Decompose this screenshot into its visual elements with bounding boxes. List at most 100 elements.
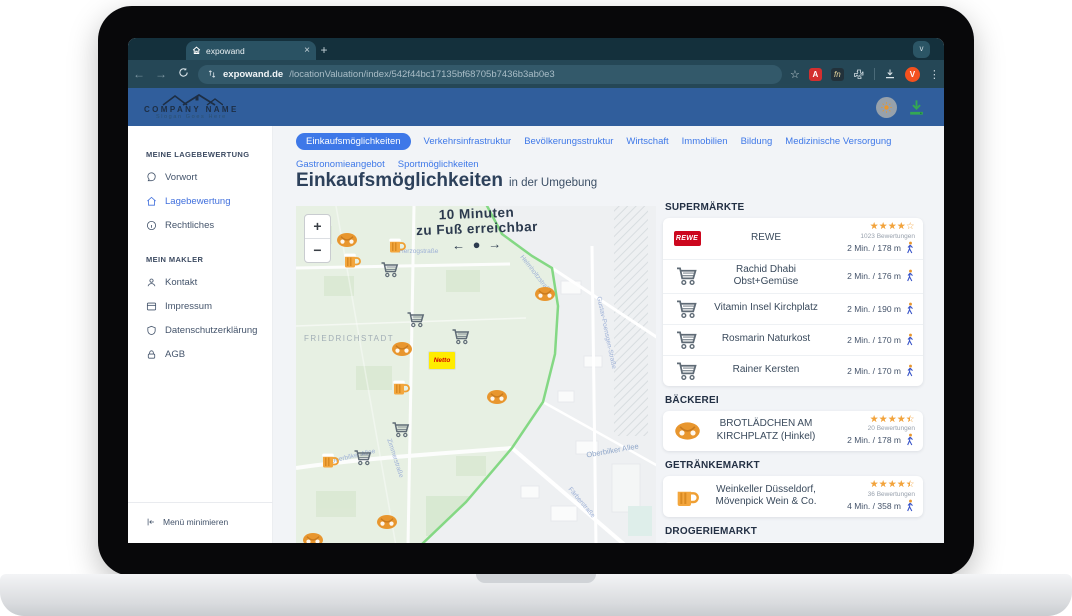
- tab-bevoelkerungsstruktur[interactable]: Bevölkerungsstruktur: [524, 133, 613, 150]
- shopping-cart-icon: [669, 330, 705, 350]
- fn-extension-icon[interactable]: fn: [831, 68, 844, 81]
- map-pretzel-icon[interactable]: [336, 232, 358, 248]
- district-label: FRIEDRICHSTADT: [304, 334, 394, 343]
- map-beer-icon[interactable]: [321, 451, 339, 469]
- back-icon[interactable]: ←: [128, 67, 150, 81]
- map-cart-icon[interactable]: [406, 311, 426, 328]
- toolbar-actions: ☆ A fn V ⋮: [790, 67, 940, 82]
- map-pretzel-icon[interactable]: [302, 532, 324, 543]
- poi-row[interactable]: Rainer Kersten 2 Min. / 170 m: [663, 356, 923, 386]
- sidebar-item-agb[interactable]: AGB: [146, 349, 272, 360]
- sidebar-item-impressum[interactable]: Impressum: [146, 301, 272, 312]
- zoom-out-button[interactable]: −: [305, 239, 330, 262]
- supermarkets-card: REWE REWE ☆☆☆☆☆★★★★★ 1023 Bewertungen 2 …: [663, 218, 923, 386]
- map-pretzel-icon[interactable]: [376, 514, 398, 530]
- download-report-icon[interactable]: [907, 98, 926, 117]
- pretzel-icon: [669, 421, 705, 441]
- sidebar-item-label: Datenschutzerklärung: [165, 325, 257, 336]
- home-icon: [146, 196, 157, 207]
- walking-icon: [905, 269, 915, 283]
- browser-menu-icon[interactable]: ⋮: [929, 68, 940, 81]
- sidebar-item-datenschutz[interactable]: Datenschutzerklärung: [146, 325, 272, 336]
- collapse-menu-button[interactable]: Menü minimieren: [128, 502, 290, 543]
- rating-stars: ☆☆☆☆☆★★★★★: [870, 222, 915, 232]
- sidebar-section-title: MEIN MAKLER: [146, 255, 272, 264]
- lock-icon: [146, 349, 157, 360]
- drugstore-card: dm-drogerie markt 5 Min. / 452 m: [663, 542, 923, 544]
- poi-name: Vitamin Insel Kirchplatz: [705, 302, 827, 315]
- map-pretzel-icon[interactable]: [391, 341, 413, 357]
- browser-tab[interactable]: expowand ×: [186, 41, 316, 60]
- walking-icon: [905, 433, 915, 447]
- map-cart-icon[interactable]: [391, 421, 411, 438]
- poi-row[interactable]: dm-drogerie markt 5 Min. / 452 m: [663, 542, 923, 544]
- rewe-logo: REWE: [674, 231, 701, 246]
- sidebar-item-lagebewertung[interactable]: Lagebewertung: [146, 196, 272, 207]
- downloads-icon[interactable]: [884, 68, 896, 80]
- browser-tabstrip: expowand × + v: [128, 38, 944, 60]
- zoom-in-button[interactable]: +: [305, 215, 330, 239]
- distance: 2 Min. / 170 m: [847, 366, 901, 376]
- map-cart-icon[interactable]: [451, 328, 471, 345]
- poi-name: Rainer Kersten: [705, 364, 827, 377]
- map-beer-icon[interactable]: [343, 251, 361, 269]
- address-bar[interactable]: expowand.de /locationValuation/index/542…: [198, 65, 782, 84]
- shopping-cart-icon: [669, 266, 705, 286]
- sidebar-item-kontakt[interactable]: Kontakt: [146, 277, 272, 288]
- map-netto-logo[interactable]: Netto: [429, 352, 455, 369]
- browser-profile-avatar[interactable]: V: [905, 67, 920, 82]
- sidebar-item-rechtliches[interactable]: Rechtliches: [146, 220, 272, 231]
- tab-close-icon[interactable]: ×: [304, 46, 310, 56]
- tab-wirtschaft[interactable]: Wirtschaft: [626, 133, 668, 150]
- sidebar-item-vorwort[interactable]: Vorwort: [146, 172, 272, 183]
- map-pretzel-icon[interactable]: [534, 286, 556, 302]
- poi-name: Weinkeller Düsseldorf, Mövenpick Wein & …: [705, 484, 827, 509]
- section-title-supermaerkte: SUPERMÄRKTE: [665, 202, 923, 213]
- bookmark-star-icon[interactable]: ☆: [790, 68, 800, 81]
- poi-row[interactable]: Vitamin Insel Kirchplatz 2 Min. / 190 m: [663, 294, 923, 325]
- company-logo[interactable]: COMPANY NAME Slogan Goes Here: [144, 94, 239, 120]
- extensions-puzzle-icon[interactable]: [853, 68, 865, 80]
- distance: 2 Min. / 178 m: [847, 435, 901, 445]
- user-avatar[interactable]: [876, 97, 897, 118]
- tab-search-button[interactable]: v: [913, 41, 930, 58]
- map-pretzel-icon[interactable]: [486, 389, 508, 405]
- new-tab-button[interactable]: +: [316, 42, 332, 58]
- drinks-card: Weinkeller Düsseldorf, Mövenpick Wein & …: [663, 476, 923, 517]
- poi-row[interactable]: Rachid Dhabi Obst+Gemüse 2 Min. / 176 m: [663, 260, 923, 294]
- chat-bubble-icon: [146, 172, 157, 183]
- adobe-extension-icon[interactable]: A: [809, 68, 822, 81]
- reload-icon[interactable]: [172, 65, 194, 83]
- poi-row-rewe[interactable]: REWE REWE ☆☆☆☆☆★★★★★ 1023 Bewertungen 2 …: [663, 218, 923, 260]
- page-title: Einkaufsmöglichkeiten: [296, 170, 503, 192]
- distance: 2 Min. / 170 m: [847, 335, 901, 345]
- walking-icon: [905, 302, 915, 316]
- rating-stars: ☆☆☆☆☆★★★★★: [870, 480, 915, 490]
- collapse-menu-label: Menü minimieren: [163, 517, 228, 527]
- poi-name: Rosmarin Naturkost: [705, 333, 827, 346]
- tab-einkaufsmoeglichkeiten[interactable]: Einkaufsmöglichkeiten: [296, 133, 411, 150]
- site-settings-icon[interactable]: [207, 69, 217, 79]
- poi-row[interactable]: BROTLÄDCHEN AM KIRCHPLATZ (Hinkel) ☆☆☆☆☆…: [663, 411, 923, 452]
- tab-bildung[interactable]: Bildung: [741, 133, 773, 150]
- poi-name: REWE: [705, 232, 827, 245]
- tab-verkehrsinfrastruktur[interactable]: Verkehrsinfrastruktur: [424, 133, 512, 150]
- map[interactable]: + − 10 Minuten zu Fuß erreichbar ← ● → F…: [296, 206, 656, 543]
- sun-icon: [880, 101, 893, 114]
- map-cart-icon[interactable]: [353, 449, 373, 466]
- map-cart-icon[interactable]: [380, 261, 400, 278]
- review-count: 36 Bewertungen: [868, 491, 915, 498]
- review-count: 1023 Bewertungen: [860, 233, 915, 240]
- distance: 2 Min. / 178 m: [847, 243, 901, 253]
- page-canvas: expowand × + v ← → expowand.de /location…: [0, 0, 1072, 616]
- map-beer-icon[interactable]: [392, 378, 410, 396]
- map-zoom-control: + −: [304, 214, 331, 263]
- sidebar-item-label: Vorwort: [165, 172, 197, 183]
- distance: 2 Min. / 176 m: [847, 271, 901, 281]
- forward-icon[interactable]: →: [150, 67, 172, 81]
- poi-row[interactable]: Weinkeller Düsseldorf, Mövenpick Wein & …: [663, 476, 923, 517]
- tab-medizinische-versorgung[interactable]: Medizinische Versorgung: [785, 133, 891, 150]
- poi-row[interactable]: Rosmarin Naturkost 2 Min. / 170 m: [663, 325, 923, 356]
- tab-immobilien[interactable]: Immobilien: [682, 133, 728, 150]
- walking-icon: [905, 364, 915, 378]
